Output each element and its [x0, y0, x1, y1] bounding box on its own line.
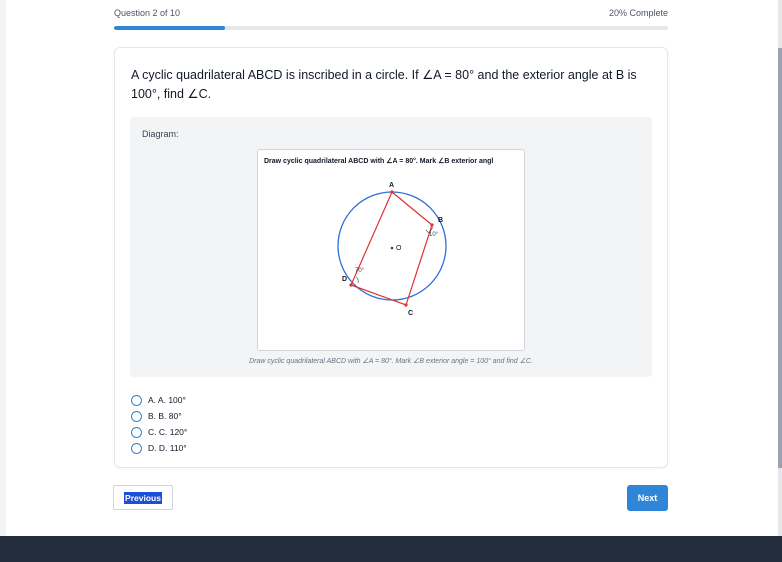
- option-b[interactable]: B. B. 80°: [131, 408, 187, 424]
- complete-percent: 20% Complete: [608, 8, 668, 18]
- point-b: [430, 223, 434, 227]
- label-c: C: [408, 310, 413, 317]
- diagram-svg: Draw cyclic quadrilateral ABCD with ∠A =…: [264, 157, 493, 317]
- radio-button[interactable]: [131, 442, 142, 454]
- question-card: A cyclic quadrilateral ABCD is inscribed…: [114, 47, 668, 468]
- diagram-caption: Draw cyclic quadrilateral ABCD with ∠A =…: [249, 358, 533, 365]
- label-a: A: [389, 182, 394, 189]
- option-d[interactable]: D. D. 110°: [131, 440, 187, 456]
- diagram-image: Draw cyclic quadrilateral ABCD with ∠A =…: [257, 149, 525, 351]
- label-d: D: [342, 276, 347, 283]
- point-a: [390, 190, 394, 194]
- angle-d-arc: [355, 276, 359, 284]
- point-d: [349, 283, 353, 287]
- option-label: A. A. 100°: [148, 395, 186, 405]
- option-a[interactable]: A. A. 100°: [131, 392, 187, 408]
- progress-bar: [114, 26, 668, 30]
- option-label: B. B. 80°: [148, 411, 182, 421]
- previous-label: Previous: [124, 491, 162, 504]
- point-c: [404, 303, 408, 307]
- label-o: O: [396, 245, 402, 252]
- angle-d-label: 70°: [355, 268, 365, 274]
- diagram-title: Draw cyclic quadrilateral ABCD with ∠A =…: [264, 157, 493, 165]
- progress-header: Question 2 of 10 20% Complete: [114, 8, 668, 20]
- radio-button[interactable]: [131, 394, 142, 406]
- circumcircle: [337, 191, 447, 301]
- left-rail: [0, 0, 6, 536]
- previous-button[interactable]: Previous: [113, 485, 173, 510]
- answer-options: A. A. 100° B. B. 80° C. C. 120° D. D. 11…: [131, 392, 187, 456]
- scrollbar[interactable]: [778, 0, 782, 536]
- label-b: B: [438, 217, 443, 224]
- option-c[interactable]: C. C. 120°: [131, 424, 187, 440]
- progress-fill: [114, 26, 225, 30]
- diagram-label: Diagram:: [142, 129, 179, 139]
- option-label: D. D. 110°: [148, 443, 187, 453]
- center-point: [390, 246, 394, 250]
- question-counter: Question 2 of 10: [114, 8, 181, 18]
- radio-button[interactable]: [131, 410, 142, 422]
- diagram-panel: Diagram: Draw cyclic quadrilateral ABCD …: [130, 117, 652, 377]
- angle-b-label: 10°: [429, 232, 439, 238]
- option-label: C. C. 120°: [148, 427, 188, 437]
- footer-bar: [0, 536, 782, 562]
- question-text: A cyclic quadrilateral ABCD is inscribed…: [131, 68, 637, 101]
- radio-button[interactable]: [131, 426, 142, 438]
- scrollbar-thumb[interactable]: [778, 48, 782, 468]
- next-button[interactable]: Next: [627, 485, 668, 511]
